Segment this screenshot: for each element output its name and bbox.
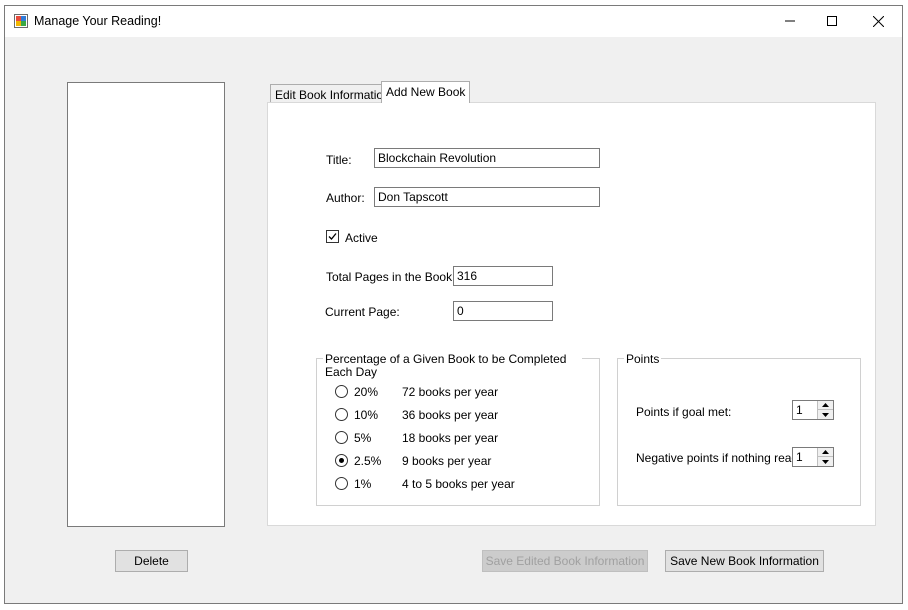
- option-percent-label: 20%: [354, 385, 379, 399]
- minimize-button[interactable]: [767, 6, 813, 36]
- current-page-input[interactable]: [453, 301, 553, 321]
- option-percent-label: 2.5%: [354, 454, 382, 468]
- arrow-down-icon: [822, 412, 829, 417]
- maximize-icon: [827, 16, 837, 26]
- spinner-up-button[interactable]: [818, 401, 833, 410]
- total-pages-input[interactable]: [453, 266, 553, 286]
- option-rate-label: 18 books per year: [402, 431, 499, 445]
- spinner-down-button[interactable]: [818, 410, 833, 419]
- radio-1-percent[interactable]: [335, 477, 348, 490]
- minimize-icon: [785, 20, 795, 22]
- option-percent-label: 1%: [354, 477, 372, 491]
- percentage-group-title: Percentage of a Given Book to be Complet…: [323, 353, 582, 379]
- option-rate-label: 9 books per year: [402, 454, 492, 468]
- nothing-read-spinner[interactable]: 1: [792, 447, 834, 467]
- close-icon: [872, 15, 884, 27]
- main-window: Manage Your Reading! Edit Book Informati…: [4, 5, 903, 604]
- current-page-label: Current Page:: [325, 305, 400, 319]
- spinner-down-button[interactable]: [818, 457, 833, 466]
- radio-2-5-percent[interactable]: [335, 454, 348, 467]
- window-title: Manage Your Reading!: [34, 14, 162, 28]
- radio-10-percent[interactable]: [335, 408, 348, 421]
- active-label: Active: [345, 231, 378, 245]
- delete-button[interactable]: Delete: [115, 550, 188, 572]
- spinner-value: 1: [796, 403, 803, 417]
- option-rate-label: 36 books per year: [402, 408, 499, 422]
- arrow-up-icon: [822, 403, 829, 407]
- checkmark-icon: [328, 233, 337, 240]
- option-percent-label: 10%: [354, 408, 379, 422]
- spinner-arrows: [817, 401, 833, 419]
- points-group-title: Points: [624, 352, 662, 366]
- tab-add-new-book[interactable]: Add New Book: [381, 81, 471, 103]
- goal-met-spinner[interactable]: 1: [792, 400, 834, 420]
- arrow-up-icon: [822, 450, 829, 454]
- tab-edit-book-information[interactable]: Edit Book Information: [270, 84, 395, 104]
- maximize-button[interactable]: [809, 6, 855, 36]
- points-groupbox: Points Points if goal met: 1 Negative po…: [617, 353, 861, 506]
- spinner-value: 1: [796, 450, 803, 464]
- title-input[interactable]: [374, 148, 600, 168]
- arrow-down-icon: [822, 459, 829, 464]
- close-button[interactable]: [855, 6, 901, 36]
- nothing-read-label: Negative points if nothing read:: [636, 451, 802, 465]
- goal-met-label: Points if goal met:: [636, 405, 732, 419]
- option-percent-label: 5%: [354, 431, 372, 445]
- total-pages-label: Total Pages in the Book:: [326, 270, 456, 284]
- radio-20-percent[interactable]: [335, 385, 348, 398]
- author-input[interactable]: [374, 187, 600, 207]
- form-app-icon: [14, 14, 28, 28]
- tab-label: Add New Book: [386, 85, 466, 99]
- book-list[interactable]: [67, 82, 225, 527]
- option-rate-label: 4 to 5 books per year: [402, 477, 515, 491]
- spinner-arrows: [817, 448, 833, 466]
- title-label: Title:: [326, 153, 352, 167]
- radio-selected-dot: [339, 458, 344, 463]
- option-rate-label: 72 books per year: [402, 385, 499, 399]
- author-label: Author:: [326, 191, 365, 205]
- spinner-up-button[interactable]: [818, 448, 833, 457]
- radio-5-percent[interactable]: [335, 431, 348, 444]
- save-new-book-button[interactable]: Save New Book Information: [665, 550, 824, 572]
- save-edited-book-button[interactable]: Save Edited Book Information: [482, 550, 648, 572]
- percentage-groupbox: Percentage of a Given Book to be Complet…: [316, 353, 600, 506]
- tab-label: Edit Book Information: [275, 88, 390, 102]
- title-bar[interactable]: Manage Your Reading!: [5, 6, 902, 37]
- active-checkbox[interactable]: [326, 230, 339, 243]
- add-new-book-panel: Title: Author: Active Total Pages in the…: [267, 102, 876, 526]
